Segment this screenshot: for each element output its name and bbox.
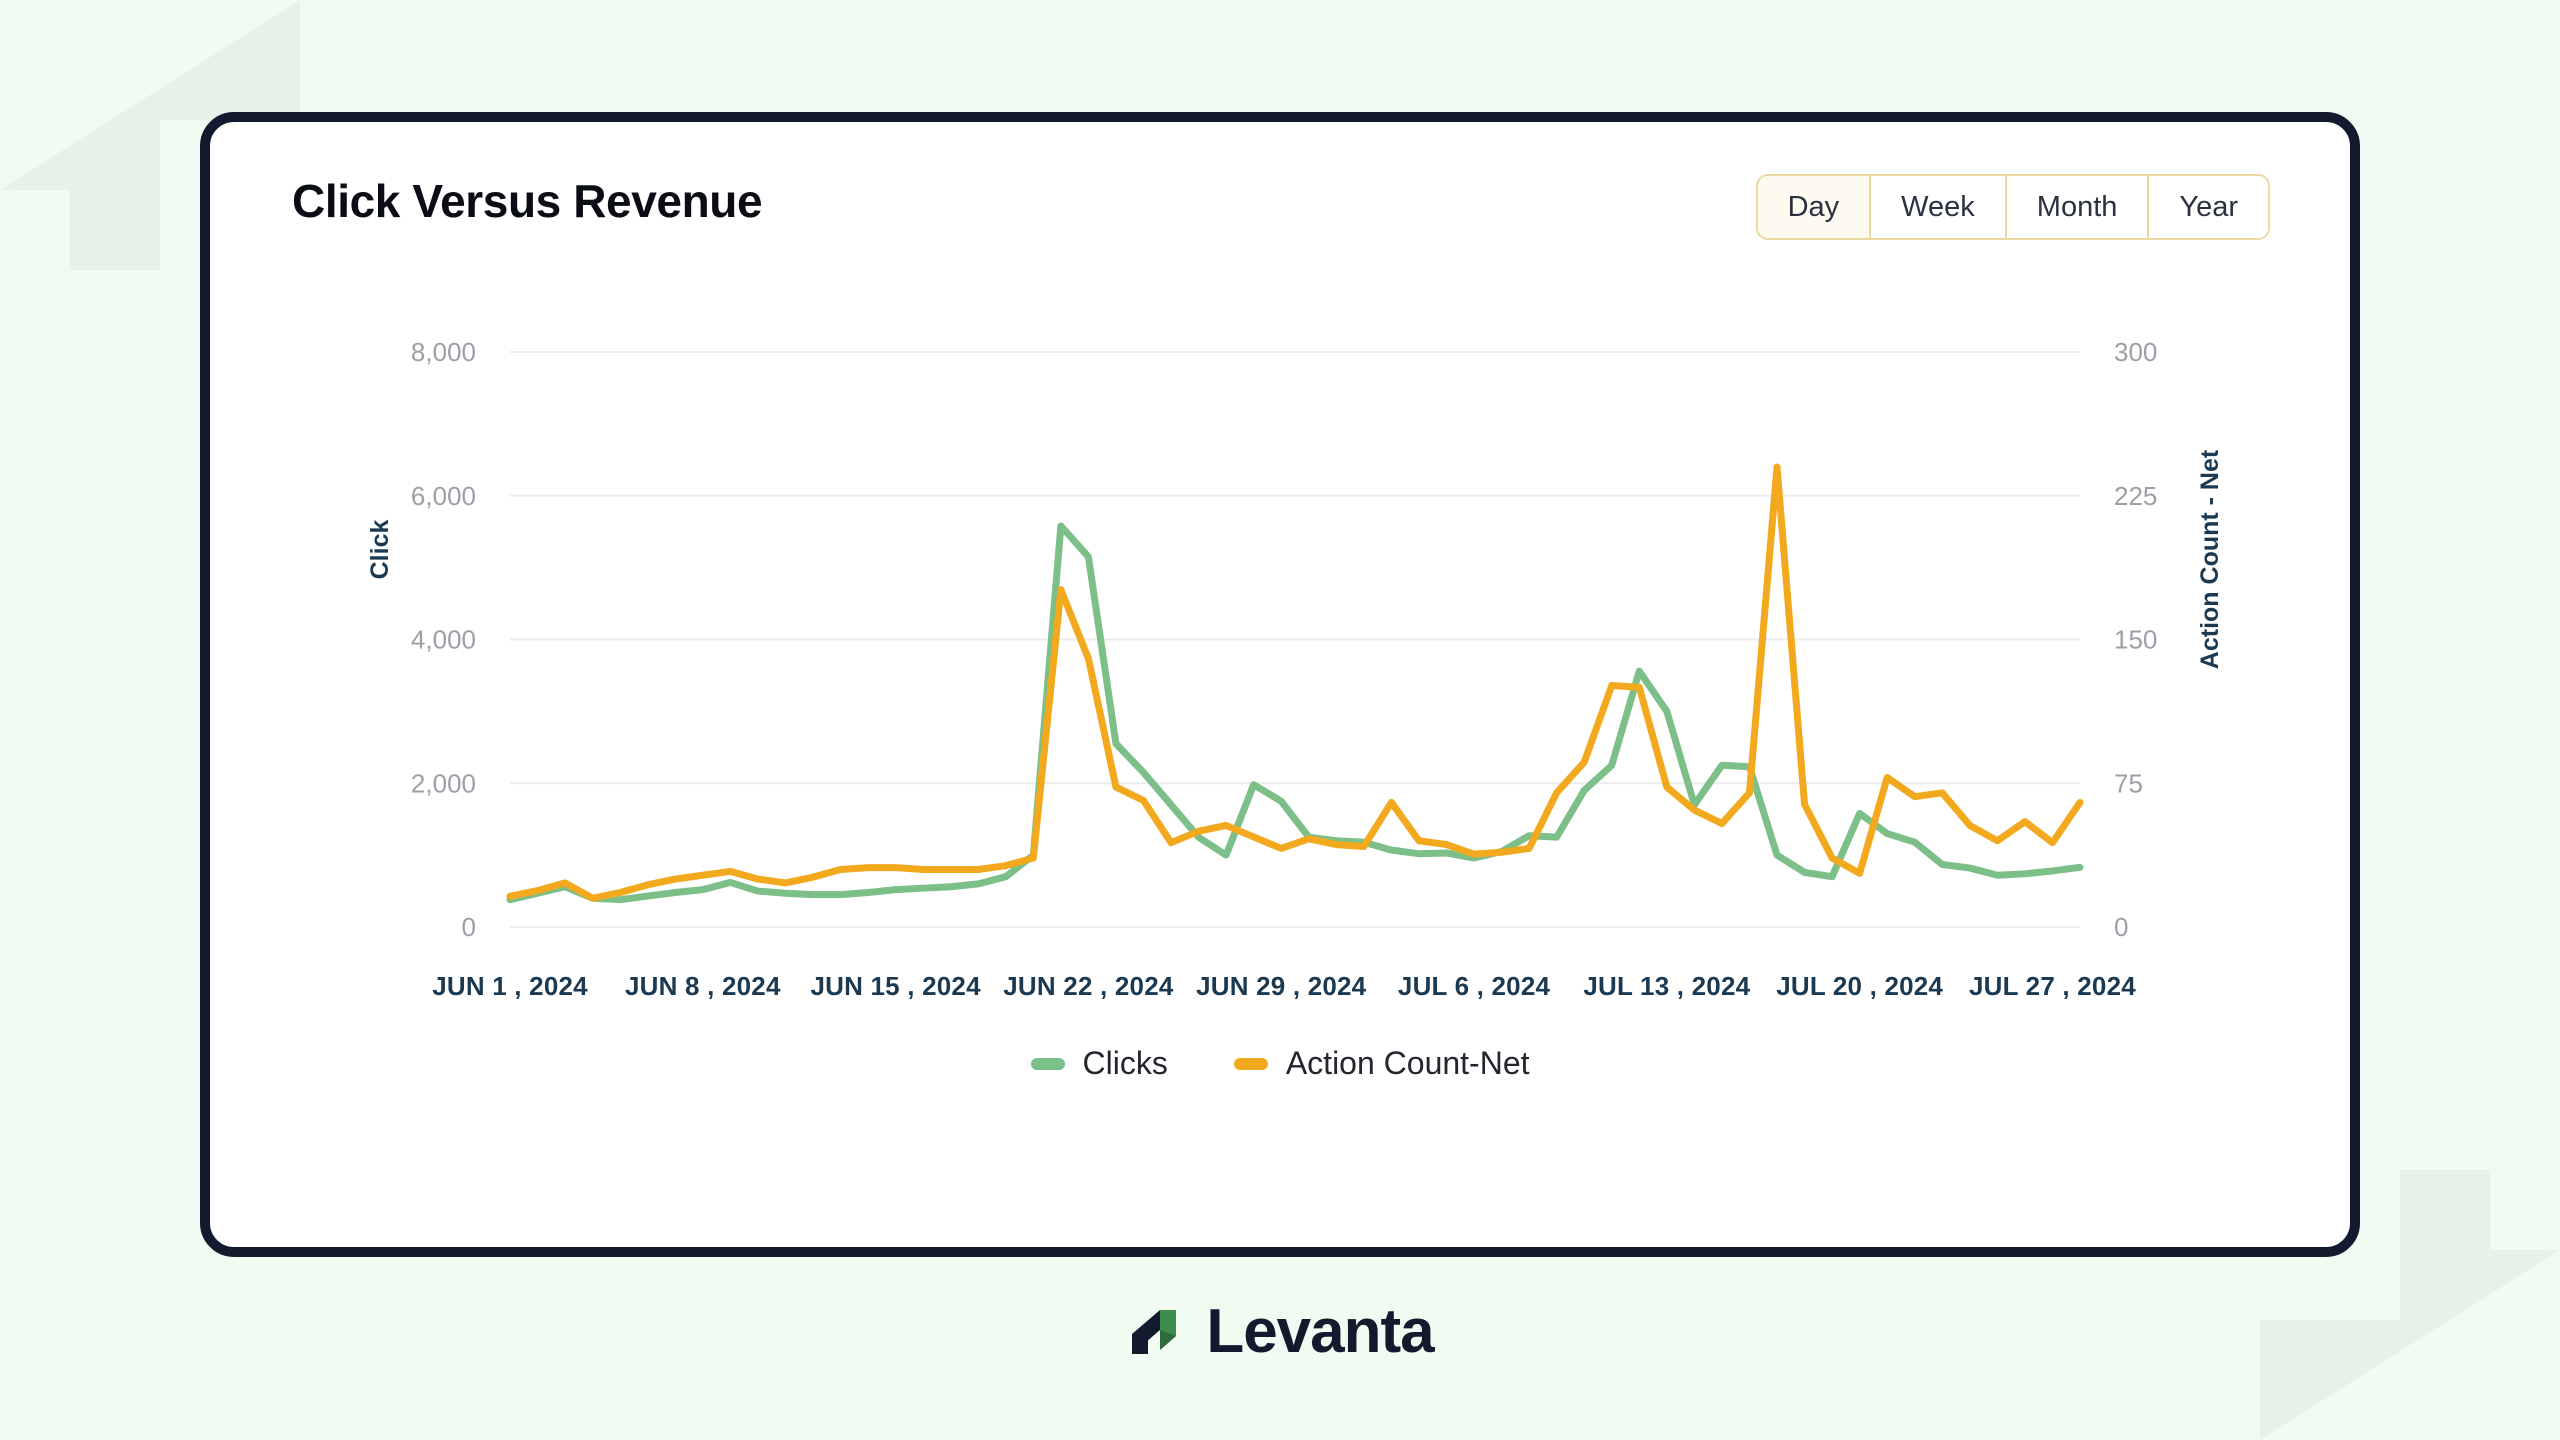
x-axis-tick-label: JUN 8 , 2024 xyxy=(625,971,781,1001)
brand-name: Levanta xyxy=(1206,1297,1434,1366)
x-axis-tick-label: JUL 20 , 2024 xyxy=(1776,971,1943,1001)
card-header: Click Versus Revenue Day Week Month Year xyxy=(210,122,2350,282)
page-title: Click Versus Revenue xyxy=(292,175,763,227)
y2-axis-tick-label: 225 xyxy=(2114,481,2157,511)
legend-swatch-clicks xyxy=(1030,1057,1065,1070)
x-axis-tick-label: JUN 15 , 2024 xyxy=(810,971,981,1001)
range-selector[interactable]: Day Week Month Year xyxy=(1755,174,2270,240)
range-option-year[interactable]: Year xyxy=(2149,176,2268,238)
legend-item-clicks[interactable]: Clicks xyxy=(1030,1045,1168,1082)
y2-axis-title: Action Count - Net xyxy=(2196,449,2224,669)
y2-axis-tick-label: 150 xyxy=(2114,625,2157,655)
x-axis-tick-label: JUN 29 , 2024 xyxy=(1196,971,1367,1001)
plot-area: 0 2,000 4,000 6,000 8,000 0 75 150 225 300 Click Ac… xyxy=(210,282,2350,1267)
y-axis-tick-label: 8,000 xyxy=(411,337,476,367)
series-line-action-count-net[interactable] xyxy=(506,463,2084,902)
legend-item-action-count-net[interactable]: Action Count-Net xyxy=(1233,1045,1530,1082)
y2-axis-tick-label: 0 xyxy=(2114,912,2128,942)
chart-card: Click Versus Revenue Day Week Month Year… xyxy=(200,112,2360,1257)
y-axis-tick-label: 2,000 xyxy=(411,768,476,798)
levanta-logo-icon xyxy=(1132,1310,1177,1354)
legend-label-clicks: Clicks xyxy=(1082,1045,1168,1081)
x-axis-tick-label: JUL 27 , 2024 xyxy=(1969,971,2136,1001)
range-option-week[interactable]: Week xyxy=(1871,176,2007,238)
legend-swatch-action-count-net xyxy=(1233,1057,1268,1070)
x-axis-tick-label: JUN 22 , 2024 xyxy=(1003,971,1174,1001)
x-axis-tick-label: JUL 13 , 2024 xyxy=(1583,971,1750,1001)
brand-footer: Levanta xyxy=(0,1300,2560,1364)
y2-axis-tick-label: 75 xyxy=(2114,768,2143,798)
y-axis-tick-label: 6,000 xyxy=(411,481,476,511)
y-axis-title: Click xyxy=(366,520,394,580)
y-axis-tick-label: 0 xyxy=(462,912,476,942)
x-axis-tick-label: JUN 1 , 2024 xyxy=(432,971,588,1001)
y2-axis-tick-label: 300 xyxy=(2114,337,2157,367)
legend-label-action-count-net: Action Count-Net xyxy=(1285,1045,1530,1081)
range-option-day[interactable]: Day xyxy=(1757,176,1872,238)
y-axis-tick-label: 4,000 xyxy=(411,625,476,655)
range-option-month[interactable]: Month xyxy=(2006,176,2150,238)
x-axis-tick-label: JUL 6 , 2024 xyxy=(1398,971,1551,1001)
chart-legend: Clicks Action Count-Net xyxy=(0,1045,2560,1082)
line-chart[interactable]: 0 2,000 4,000 6,000 8,000 0 75 150 225 300 Click Ac… xyxy=(210,282,2350,1267)
